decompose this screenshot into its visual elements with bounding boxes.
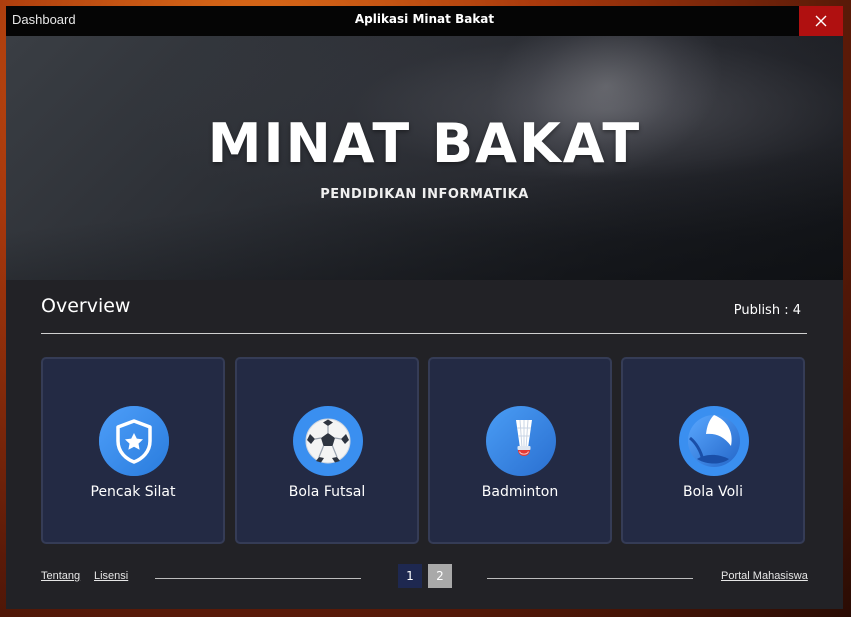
hero-title: MINAT BAKAT — [207, 112, 642, 175]
volleyball-icon — [679, 406, 749, 476]
footer-divider-left — [155, 578, 361, 579]
hero-subtitle: PENDIDIKAN INFORMATIKA — [320, 187, 529, 202]
title-bar: Dashboard Aplikasi Minat Bakat — [6, 6, 843, 36]
overview-divider — [41, 333, 807, 334]
soccer-ball-icon — [293, 406, 363, 476]
card-pencak-silat[interactable]: Pencak Silat — [41, 357, 225, 544]
link-tentang[interactable]: Tentang — [41, 570, 80, 582]
card-bola-futsal[interactable]: Bola Futsal — [235, 357, 419, 544]
overview-title: Overview — [41, 295, 131, 317]
card-bola-voli[interactable]: Bola Voli — [621, 357, 805, 544]
close-icon — [815, 15, 827, 27]
link-portal-mahasiswa[interactable]: Portal Mahasiswa — [721, 570, 808, 582]
footer-divider-right — [487, 578, 693, 579]
window-title: Aplikasi Minat Bakat — [354, 12, 495, 26]
publish-count: Publish : 4 — [733, 303, 801, 318]
shield-star-icon — [99, 406, 169, 476]
app-window: Dashboard Aplikasi Minat Bakat MINAT BAK… — [6, 6, 843, 609]
card-label: Pencak Silat — [90, 484, 176, 500]
shuttlecock-icon — [486, 406, 556, 476]
hero-banner: MINAT BAKAT PENDIDIKAN INFORMATIKA — [6, 36, 843, 280]
page-1-button[interactable]: 1 — [398, 564, 422, 588]
card-label: Bola Voli — [683, 484, 743, 500]
page-2-button[interactable]: 2 — [428, 564, 452, 588]
link-lisensi[interactable]: Lisensi — [94, 570, 128, 582]
card-badminton[interactable]: Badminton — [428, 357, 612, 544]
card-label: Bola Futsal — [288, 484, 366, 500]
card-label: Badminton — [481, 484, 559, 500]
close-button[interactable] — [799, 6, 843, 36]
